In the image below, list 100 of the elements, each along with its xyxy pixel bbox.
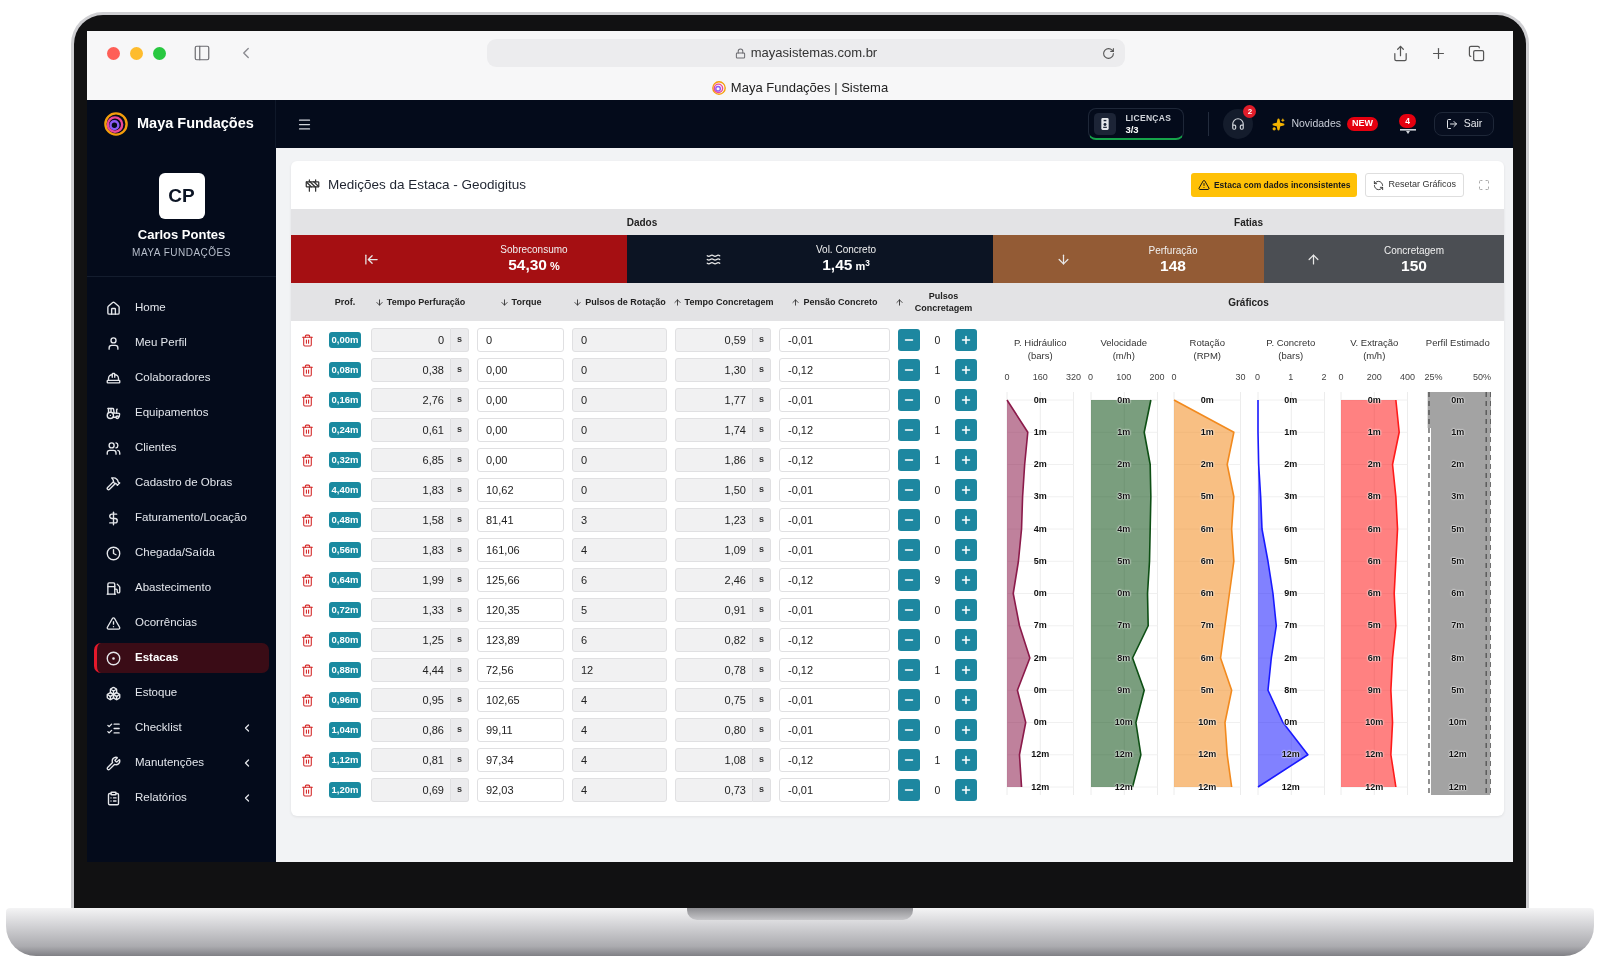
input-field[interactable]: 0,59 (675, 328, 753, 352)
input-field[interactable]: 0,91 (675, 598, 753, 622)
nav-item[interactable]: Meu Perfil (94, 328, 269, 358)
increment-button[interactable] (955, 509, 977, 531)
input-field[interactable]: -0,01 (779, 718, 890, 742)
input-field[interactable]: 1,50 (675, 478, 753, 502)
increment-button[interactable] (955, 389, 977, 411)
trash-icon[interactable] (300, 753, 314, 767)
trash-icon[interactable] (300, 633, 314, 647)
reset-charts-button[interactable]: Resetar Gráficos (1365, 173, 1464, 197)
nav-item[interactable]: Clientes (94, 433, 269, 463)
input-field[interactable]: -0,12 (779, 628, 890, 652)
decrement-button[interactable] (898, 539, 920, 561)
input-field[interactable]: -0,01 (779, 688, 890, 712)
trash-icon[interactable] (300, 453, 314, 467)
input-field[interactable]: 0,38 (371, 358, 451, 382)
input-field[interactable]: 92,03 (477, 778, 564, 802)
input-field[interactable]: 1,30 (675, 358, 753, 382)
nav-item[interactable]: Faturamento/Locação (94, 503, 269, 533)
increment-button[interactable] (955, 539, 977, 561)
nav-item[interactable]: Manutenções (94, 748, 269, 778)
input-field[interactable]: 2,46 (675, 568, 753, 592)
input-field[interactable]: 1,74 (675, 418, 753, 442)
input-field[interactable]: 0 (572, 358, 667, 382)
decrement-button[interactable] (898, 569, 920, 591)
reload-icon[interactable] (1102, 46, 1115, 60)
minimize-window-icon[interactable] (130, 46, 143, 60)
input-field[interactable]: 0,00 (477, 418, 564, 442)
input-field[interactable]: -0,01 (779, 778, 890, 802)
input-field[interactable]: 1,23 (675, 508, 753, 532)
input-field[interactable]: 0,80 (675, 718, 753, 742)
input-field[interactable]: 0 (572, 328, 667, 352)
input-field[interactable]: 6,85 (371, 448, 451, 472)
nav-item[interactable]: Equipamentos (94, 398, 269, 428)
nav-item[interactable]: Ocorrências (94, 608, 269, 638)
decrement-button[interactable] (898, 659, 920, 681)
input-field[interactable]: 0,00 (477, 358, 564, 382)
input-field[interactable]: 102,65 (477, 688, 564, 712)
increment-button[interactable] (955, 359, 977, 381)
tabs-overview-icon[interactable] (1468, 44, 1485, 62)
input-field[interactable]: 0,75 (675, 688, 753, 712)
decrement-button[interactable] (898, 359, 920, 381)
input-field[interactable]: 72,56 (477, 658, 564, 682)
nav-item[interactable]: Relatórios (94, 783, 269, 813)
input-field[interactable]: 3 (572, 508, 667, 532)
increment-button[interactable] (955, 479, 977, 501)
input-field[interactable]: 4 (572, 778, 667, 802)
increment-button[interactable] (955, 689, 977, 711)
input-field[interactable]: 0,00 (477, 388, 564, 412)
input-field[interactable]: 161,06 (477, 538, 564, 562)
decrement-button[interactable] (898, 749, 920, 771)
input-field[interactable]: 0 (477, 328, 564, 352)
input-field[interactable]: 125,66 (477, 568, 564, 592)
input-field[interactable]: 6 (572, 568, 667, 592)
input-field[interactable]: 1,83 (371, 478, 451, 502)
input-field[interactable]: 0,78 (675, 658, 753, 682)
input-field[interactable]: -0,01 (779, 388, 890, 412)
nav-item[interactable]: Colaboradores (94, 363, 269, 393)
input-field[interactable]: 0 (572, 418, 667, 442)
input-field[interactable]: 120,35 (477, 598, 564, 622)
input-field[interactable]: -0,01 (779, 598, 890, 622)
increment-button[interactable] (955, 329, 977, 351)
close-window-icon[interactable] (107, 46, 120, 60)
input-field[interactable]: 4 (572, 718, 667, 742)
maximize-window-icon[interactable] (153, 46, 166, 60)
input-field[interactable]: 4 (572, 688, 667, 712)
warning-button[interactable]: Estaca com dados inconsistentes (1190, 173, 1358, 197)
alert-count-badge[interactable]: 4 (1399, 114, 1416, 128)
increment-button[interactable] (955, 659, 977, 681)
input-field[interactable]: -0,01 (779, 328, 890, 352)
nav-item[interactable]: Cadastro de Obras (94, 468, 269, 498)
input-field[interactable]: 0,73 (675, 778, 753, 802)
input-field[interactable]: 4 (572, 748, 667, 772)
decrement-button[interactable] (898, 629, 920, 651)
decrement-button[interactable] (898, 389, 920, 411)
input-field[interactable]: -0,12 (779, 448, 890, 472)
nav-item[interactable]: Abastecimento (94, 573, 269, 603)
input-field[interactable]: 1,86 (675, 448, 753, 472)
input-field[interactable]: 0 (572, 448, 667, 472)
input-field[interactable]: 1,08 (675, 748, 753, 772)
input-field[interactable]: -0,12 (779, 658, 890, 682)
increment-button[interactable] (955, 449, 977, 471)
nav-item[interactable]: Checklist (94, 713, 269, 743)
increment-button[interactable] (955, 629, 977, 651)
increment-button[interactable] (955, 719, 977, 741)
nav-item[interactable]: Estoque (94, 678, 269, 708)
trash-icon[interactable] (300, 393, 314, 407)
input-field[interactable]: 1,33 (371, 598, 451, 622)
input-field[interactable]: -0,12 (779, 748, 890, 772)
nav-item[interactable]: Home (94, 293, 269, 323)
input-field[interactable]: 81,41 (477, 508, 564, 532)
decrement-button[interactable] (898, 419, 920, 441)
nav-item[interactable]: Estacas (94, 643, 269, 673)
input-field[interactable]: -0,01 (779, 478, 890, 502)
sidebar-toggle-icon[interactable] (193, 44, 211, 62)
input-field[interactable]: 2,76 (371, 388, 451, 412)
menu-icon[interactable] (297, 116, 312, 132)
decrement-button[interactable] (898, 329, 920, 351)
input-field[interactable]: 10,62 (477, 478, 564, 502)
input-field[interactable]: 6 (572, 628, 667, 652)
